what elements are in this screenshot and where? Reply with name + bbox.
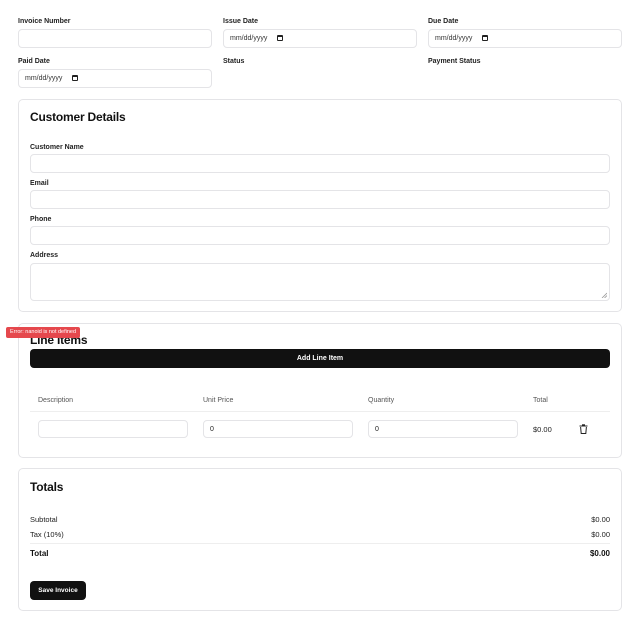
error-badge: Error: nanoid is not defined xyxy=(6,327,81,338)
resize-grip-icon[interactable] xyxy=(601,292,607,298)
issue-date-label: Issue Date xyxy=(223,18,259,25)
description-input[interactable] xyxy=(38,420,188,438)
due-date-placeholder: mm/dd/yyyy xyxy=(435,35,473,42)
table-header-divider xyxy=(30,411,610,412)
calendar-icon[interactable] xyxy=(72,75,79,81)
issue-date-input[interactable]: mm/dd/yyyy xyxy=(223,29,417,48)
column-header-description: Description xyxy=(38,397,74,404)
quantity-input[interactable]: 0 xyxy=(368,420,518,438)
totals-divider xyxy=(30,543,610,544)
add-line-item-button[interactable]: Add Line Item xyxy=(30,349,610,368)
email-input[interactable] xyxy=(30,190,610,209)
calendar-icon[interactable] xyxy=(277,35,284,41)
line-items-card: Line Items Add Line Item Description Uni… xyxy=(18,323,622,458)
column-header-total: Total xyxy=(533,397,548,404)
unit-price-input[interactable]: 0 xyxy=(203,420,353,438)
paid-date-label: Paid Date xyxy=(18,58,50,65)
total-value: $0.00 xyxy=(589,549,610,558)
tax-value: $0.00 xyxy=(591,530,610,539)
customer-details-card: Customer Details Customer Name Email Pho… xyxy=(18,99,622,312)
total-label: Total xyxy=(30,549,49,558)
subtotal-value: $0.00 xyxy=(591,515,610,524)
customer-name-label: Customer Name xyxy=(30,144,84,151)
customer-name-input[interactable] xyxy=(30,154,610,173)
save-invoice-button[interactable]: Save Invoice xyxy=(30,581,86,600)
issue-date-placeholder: mm/dd/yyyy xyxy=(230,35,268,42)
invoice-number-label: Invoice Number xyxy=(18,18,71,25)
line-total: $0.00 xyxy=(533,425,552,434)
totals-card: Totals Subtotal $0.00 Tax (10%) $0.00 To… xyxy=(18,468,622,611)
calendar-icon[interactable] xyxy=(482,35,489,41)
email-label: Email xyxy=(30,180,49,187)
paid-date-placeholder: mm/dd/yyyy xyxy=(25,75,63,82)
phone-input[interactable] xyxy=(30,226,610,245)
customer-details-title: Customer Details xyxy=(30,110,126,124)
invoice-number-input[interactable] xyxy=(18,29,212,48)
totals-title: Totals xyxy=(30,480,64,494)
status-label: Status xyxy=(223,58,245,65)
phone-label: Phone xyxy=(30,216,52,223)
address-label: Address xyxy=(30,252,59,259)
due-date-input[interactable]: mm/dd/yyyy xyxy=(428,29,622,48)
subtotal-label: Subtotal xyxy=(30,515,58,524)
trash-icon[interactable] xyxy=(579,424,588,434)
column-header-unit-price: Unit Price xyxy=(203,397,234,404)
paid-date-input[interactable]: mm/dd/yyyy xyxy=(18,69,212,88)
payment-status-label: Payment Status xyxy=(428,58,481,65)
address-textarea[interactable] xyxy=(30,263,610,301)
tax-label: Tax (10%) xyxy=(30,530,64,539)
column-header-quantity: Quantity xyxy=(368,397,395,404)
due-date-label: Due Date xyxy=(428,18,459,25)
